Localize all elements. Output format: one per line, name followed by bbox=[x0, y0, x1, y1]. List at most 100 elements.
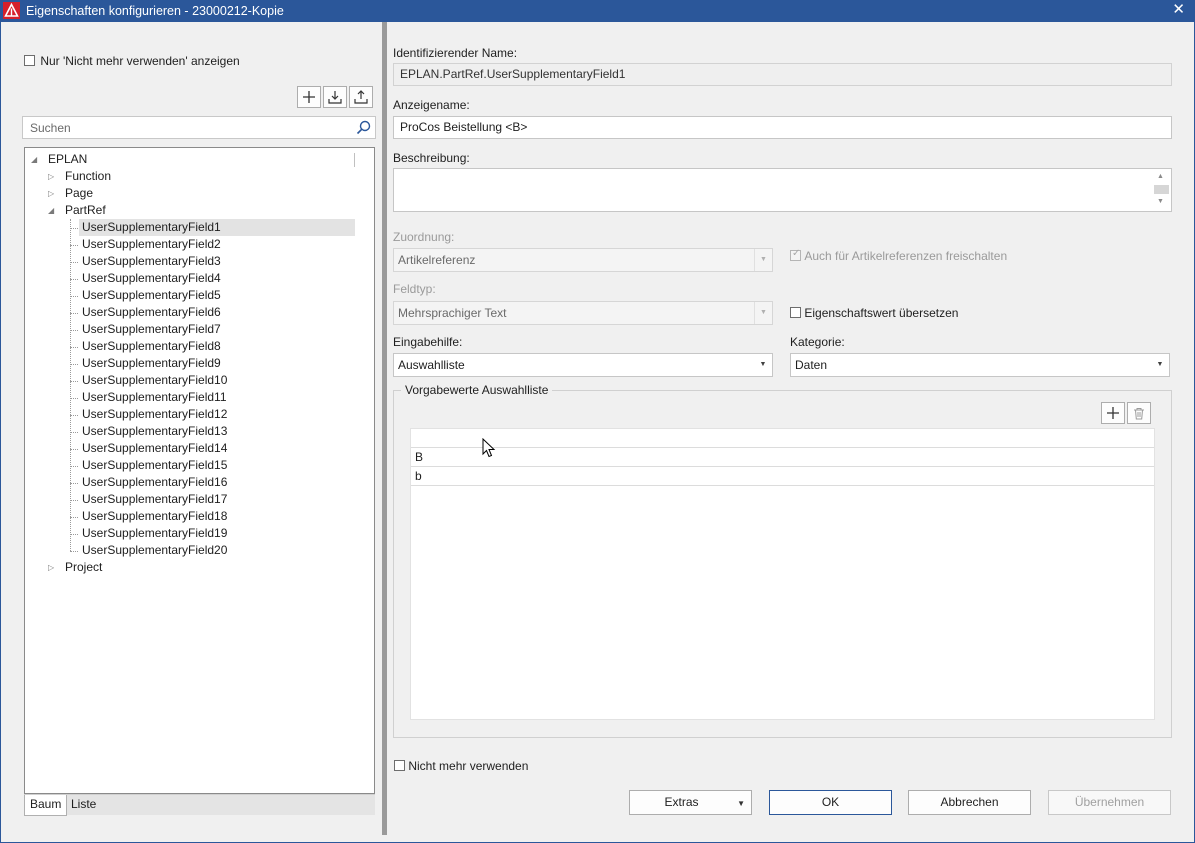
property-tree[interactable]: EPLAN ◢ Function ▷ Page ▷ PartRef ◢ UserSuppleme… bbox=[24, 147, 375, 794]
description-textarea[interactable]: ▲ ▼ bbox=[393, 168, 1172, 212]
scroll-up-icon[interactable]: ▲ bbox=[1157, 173, 1164, 180]
extras-label: Extras bbox=[664, 795, 699, 809]
tree-node-field[interactable]: UserSupplementaryField3 bbox=[79, 253, 221, 270]
apply-button[interactable]: Übernehmen bbox=[1048, 790, 1171, 815]
category-select[interactable]: Daten ▼ bbox=[790, 353, 1170, 377]
tree-node-eplan[interactable]: EPLAN bbox=[45, 151, 87, 168]
chevron-down-icon: ▼ bbox=[737, 799, 745, 808]
category-label: Kategorie: bbox=[790, 335, 845, 349]
tree-node-project[interactable]: Project bbox=[62, 559, 102, 576]
eplan-app-icon bbox=[3, 2, 20, 19]
tree-node-field[interactable]: UserSupplementaryField19 bbox=[79, 525, 227, 542]
assign-check-row: Auch für Artikelreferenzen freischalten bbox=[790, 248, 1007, 263]
obsolete-checkbox[interactable] bbox=[394, 760, 405, 772]
table-row[interactable]: b bbox=[411, 467, 1154, 486]
tree-node-field[interactable]: UserSupplementaryField16 bbox=[79, 474, 227, 491]
tab-baum[interactable]: Baum bbox=[24, 795, 68, 816]
collapsed-triangle-icon[interactable]: ▷ bbox=[48, 559, 58, 576]
export-button[interactable] bbox=[349, 86, 373, 108]
chevron-down-icon[interactable]: ▼ bbox=[1151, 354, 1169, 376]
search-icon[interactable] bbox=[356, 120, 371, 135]
tree-node-partref[interactable]: PartRef bbox=[62, 202, 106, 219]
window-title: Eigenschaften konfigurieren - 23000212-K… bbox=[26, 4, 284, 18]
translate-checkbox[interactable] bbox=[790, 307, 801, 319]
tree-node-field[interactable]: UserSupplementaryField4 bbox=[79, 270, 221, 287]
filter-obsolete-row: Nur 'Nicht mehr verwenden' anzeigen bbox=[24, 53, 240, 68]
fieldtype-value: Mehrsprachiger Text bbox=[398, 306, 507, 320]
tree-node-field[interactable]: UserSupplementaryField2 bbox=[79, 236, 221, 253]
tree-node-page[interactable]: Page bbox=[62, 185, 93, 202]
tree-node-field[interactable]: UserSupplementaryField20 bbox=[79, 542, 227, 559]
display-name-input[interactable]: ProCos Beistellung <B> bbox=[393, 116, 1172, 139]
tree-node-field[interactable]: UserSupplementaryField13 bbox=[79, 423, 227, 440]
tree-node-field[interactable]: UserSupplementaryField14 bbox=[79, 440, 227, 457]
table-row[interactable]: B bbox=[411, 448, 1154, 467]
close-icon[interactable]: ✕ bbox=[1172, 1, 1185, 19]
expanded-triangle-icon[interactable]: ◢ bbox=[31, 151, 41, 168]
tree-guide-line bbox=[70, 313, 78, 314]
dialog-body: Nur 'Nicht mehr verwenden' anzeigen EPLA… bbox=[0, 22, 1195, 843]
tree-node-field[interactable]: UserSupplementaryField5 bbox=[79, 287, 221, 304]
input-aid-value: Auswahlliste bbox=[398, 358, 465, 372]
tree-guide-line bbox=[70, 262, 78, 263]
tree-guide-line bbox=[70, 483, 78, 484]
add-property-button[interactable] bbox=[297, 86, 321, 108]
import-button[interactable] bbox=[323, 86, 347, 108]
tree-guide-line bbox=[70, 517, 78, 518]
tree-node-field[interactable]: UserSupplementaryField6 bbox=[79, 304, 221, 321]
tree-node-field[interactable]: UserSupplementaryField15 bbox=[79, 457, 227, 474]
export-icon bbox=[354, 90, 368, 104]
collapsed-triangle-icon[interactable]: ▷ bbox=[48, 185, 58, 202]
search-box bbox=[22, 116, 376, 139]
obsolete-label[interactable]: Nicht mehr verwenden bbox=[408, 759, 528, 773]
filter-obsolete-checkbox[interactable] bbox=[24, 55, 35, 67]
tree-guide-line bbox=[70, 551, 78, 552]
input-aid-select[interactable]: Auswahlliste ▼ bbox=[393, 353, 773, 377]
tree-guide-line bbox=[70, 415, 78, 416]
tree-node-field[interactable]: UserSupplementaryField11 bbox=[79, 389, 227, 406]
tree-node-field[interactable]: UserSupplementaryField7 bbox=[79, 321, 221, 338]
translate-label[interactable]: Eigenschaftswert übersetzen bbox=[804, 306, 958, 320]
extras-button[interactable]: Extras ▼ bbox=[629, 790, 752, 815]
translate-row: Eigenschaftswert übersetzen bbox=[790, 305, 958, 320]
filter-obsolete-label[interactable]: Nur 'Nicht mehr verwenden' anzeigen bbox=[40, 54, 239, 68]
tree-guide-line bbox=[70, 364, 78, 365]
chevron-down-icon[interactable]: ▼ bbox=[754, 354, 772, 376]
tab-liste[interactable]: Liste bbox=[66, 795, 101, 816]
search-input[interactable] bbox=[23, 117, 343, 138]
description-label: Beschreibung: bbox=[393, 151, 470, 165]
tree-node-field[interactable]: UserSupplementaryField18 bbox=[79, 508, 227, 525]
tree-guide-line bbox=[70, 381, 78, 382]
default-values-grid[interactable]: B b bbox=[410, 428, 1155, 720]
tree-node-field[interactable]: UserSupplementaryField9 bbox=[79, 355, 221, 372]
tree-node-field[interactable]: UserSupplementaryField17 bbox=[79, 491, 227, 508]
tree-guide-line bbox=[70, 534, 78, 535]
scroll-thumb[interactable] bbox=[1154, 185, 1169, 194]
tree-node-field[interactable]: UserSupplementaryField1 bbox=[79, 219, 355, 236]
fieldtype-label: Feldtyp: bbox=[393, 282, 436, 296]
table-row[interactable] bbox=[411, 429, 1154, 448]
input-aid-label: Eingabehilfe: bbox=[393, 335, 463, 349]
title-bar: Eigenschaften konfigurieren - 23000212-K… bbox=[0, 0, 1195, 22]
tree-guide-line bbox=[70, 449, 78, 450]
default-values-title: Vorgabewerte Auswahlliste bbox=[401, 383, 553, 397]
tree-guide-line bbox=[70, 398, 78, 399]
tree-node-field[interactable]: UserSupplementaryField10 bbox=[79, 372, 227, 389]
cancel-button[interactable]: Abbrechen bbox=[908, 790, 1031, 815]
tree-guide-line bbox=[70, 330, 78, 331]
tree-node-field[interactable]: UserSupplementaryField12 bbox=[79, 406, 227, 423]
plus-icon bbox=[303, 91, 315, 103]
mouse-cursor-icon bbox=[482, 438, 496, 458]
left-panel: Nur 'Nicht mehr verwenden' anzeigen EPLA… bbox=[1, 22, 382, 841]
collapsed-triangle-icon[interactable]: ▷ bbox=[48, 168, 58, 185]
delete-value-button[interactable] bbox=[1127, 402, 1151, 424]
scroll-down-icon[interactable]: ▼ bbox=[1157, 198, 1164, 205]
ok-button[interactable]: OK bbox=[769, 790, 892, 815]
add-value-button[interactable] bbox=[1101, 402, 1125, 424]
description-scrollbar[interactable]: ▲ ▼ bbox=[1152, 169, 1171, 211]
assignment-select: Artikelreferenz ▼ bbox=[393, 248, 773, 272]
tree-node-field[interactable]: UserSupplementaryField8 bbox=[79, 338, 221, 355]
tree-node-function[interactable]: Function bbox=[62, 168, 111, 185]
expanded-triangle-icon[interactable]: ◢ bbox=[48, 202, 58, 219]
tree-guide-line bbox=[70, 245, 78, 246]
